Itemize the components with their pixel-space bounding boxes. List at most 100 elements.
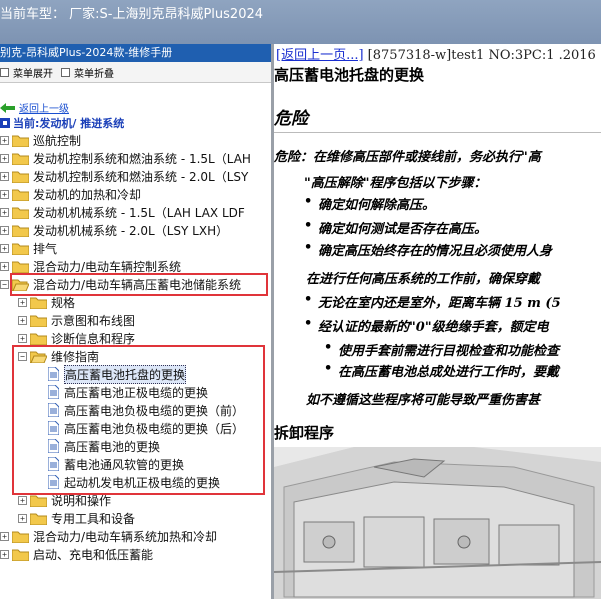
tree-doc-hv-negative-cable-front[interactable]: 高压蓄电池负极电缆的更换（前） <box>48 401 244 419</box>
danger-heading: 危险 <box>274 109 308 129</box>
tree-item-label: 混合动力/电动车辆控制系统 <box>33 259 182 274</box>
tree-item-label: 高压蓄电池的更换 <box>64 439 161 454</box>
expand-toggle-icon[interactable]: + <box>18 297 27 307</box>
collapse-toggle-icon[interactable]: − <box>18 351 27 361</box>
expand-toggle-icon[interactable]: + <box>0 171 9 181</box>
collapse-all-button[interactable]: 菜单折叠 <box>61 65 114 80</box>
tree-toolbar: 菜单展开 菜单折叠 <box>0 62 271 83</box>
tree-item-label: 巡航控制 <box>33 133 82 148</box>
tree-item-label: 排气 <box>33 241 58 256</box>
expand-toggle-icon[interactable]: + <box>0 243 9 253</box>
tree-item-label: 发动机控制系统和燃油系统 - 1.5L（LAH <box>33 151 251 166</box>
document-icon <box>48 403 59 417</box>
document-icon <box>48 439 59 453</box>
expand-toggle-icon[interactable]: + <box>0 135 9 145</box>
collapse-all-label: 菜单折叠 <box>74 68 114 80</box>
folder-icon <box>12 171 29 183</box>
tree-item-label: 发动机机械系统 - 1.5L（LAH LAX LDF <box>33 205 245 220</box>
current-path: 当前:发动机/ 推进系统 <box>0 115 124 131</box>
back-arrow-icon <box>0 102 15 113</box>
page-title: 高压蓄电池托盘的更换 <box>274 66 425 84</box>
expand-toggle-icon[interactable]: + <box>18 333 27 343</box>
expand-toggle-icon[interactable]: + <box>0 153 9 163</box>
document-icon <box>48 457 59 471</box>
expand-toggle-icon[interactable]: + <box>0 225 9 235</box>
step-item: 确定如何解除高压。 <box>304 194 435 213</box>
tree-item-diagnostics[interactable]: + 诊断信息和程序 <box>18 329 135 347</box>
tree-item-label: 高压蓄电池托盘的更换 <box>64 364 187 384</box>
battery-tray-illustration <box>274 447 601 599</box>
step-item: 确定高压始终存在的情况且必须使用人身 <box>304 240 552 259</box>
folder-icon <box>12 531 29 543</box>
expand-toggle-icon[interactable]: + <box>0 189 9 199</box>
tree-item-label: 发动机控制系统和燃油系统 - 2.0L（LSY <box>33 169 249 184</box>
tree-item-label: 启动、充电和低压蓄能 <box>33 547 154 562</box>
tree-doc-starter-generator-cable[interactable]: 起动机发电机正极电缆的更换 <box>48 473 220 491</box>
tree-item-engine-mechanical-15[interactable]: + 发动机机械系统 - 1.5L（LAH LAX LDF <box>0 203 245 221</box>
tree-item-label: 示意图和布线图 <box>51 313 136 328</box>
tree-doc-hv-negative-cable-rear[interactable]: 高压蓄电池负极电缆的更换（后） <box>48 419 244 437</box>
tree-doc-hv-tray-replacement[interactable]: 高压蓄电池托盘的更换 <box>48 364 187 384</box>
tree-doc-vent-hose[interactable]: 蓄电池通风软管的更换 <box>48 455 184 473</box>
collapse-toggle-icon[interactable]: − <box>0 279 9 289</box>
expand-toggle-icon[interactable]: + <box>0 261 9 271</box>
divider <box>274 132 601 133</box>
tree-item-repair-instructions[interactable]: − 维修指南 <box>18 347 99 365</box>
vehicle-model-label: 当前车型： 厂家:S-上海别克昂科威Plus2024 <box>0 7 264 22</box>
tree-item-schematics[interactable]: + 示意图和布线图 <box>18 311 135 329</box>
expand-toggle-icon[interactable]: + <box>18 495 27 505</box>
hv-disable-intro: "高压解除"程序包括以下步骤： <box>304 176 487 191</box>
expand-toggle-icon[interactable]: + <box>0 549 9 559</box>
folder-icon <box>12 225 29 237</box>
folder-icon <box>12 135 29 147</box>
expand-toggle-icon[interactable]: + <box>0 207 9 217</box>
back-to-previous-page-link[interactable]: [返回上一页...] <box>276 48 364 63</box>
back-up-level-link[interactable]: 返回上一级 <box>0 100 69 115</box>
menu-collapse-icon <box>61 67 70 77</box>
tree-item-engine-heating-cooling[interactable]: + 发动机的加热和冷却 <box>0 185 141 203</box>
folder-icon <box>12 207 29 219</box>
tree-item-label: 专用工具和设备 <box>51 511 136 526</box>
current-location-icon <box>0 118 10 128</box>
tree-doc-hv-positive-cable[interactable]: 高压蓄电池正极电缆的更换 <box>48 383 208 401</box>
folder-icon <box>12 549 29 561</box>
battery-tray-image <box>274 447 601 599</box>
expand-toggle-icon[interactable]: + <box>0 531 9 541</box>
warning-footer: 如不遵循这些程序将可能导致严重伤害甚 <box>306 393 541 408</box>
tree-item-description-operation[interactable]: + 说明和操作 <box>18 491 111 509</box>
tree-item-engine-control-15[interactable]: + 发动机控制系统和燃油系统 - 1.5L（LAH <box>0 149 251 167</box>
tree-item-label: 混合动力/电动车辆系统加热和冷却 <box>33 529 218 544</box>
tree-item-label: 发动机的加热和冷却 <box>33 187 142 202</box>
ppe-item: 无论在室内还是室外，距离车辆 15 m (5 <box>304 292 561 311</box>
tree-item-label: 诊断信息和程序 <box>51 331 136 346</box>
tree-item-engine-mechanical-20[interactable]: + 发动机机械系统 - 2.0L（LSY LXH） <box>0 221 228 239</box>
tree-item-specifications[interactable]: + 规格 <box>18 293 75 311</box>
tree-item-start-charging[interactable]: + 启动、充电和低压蓄能 <box>0 545 153 563</box>
tree-item-label: 发动机机械系统 - 2.0L（LSY LXH） <box>33 223 229 238</box>
tree-doc-hv-battery-replacement[interactable]: 高压蓄电池的更换 <box>48 437 160 455</box>
tree-item-hv-battery-system[interactable]: − 混合动力/电动车辆高压蓄电池储能系统 <box>0 275 241 293</box>
tree-item-exhaust[interactable]: + 排气 <box>0 239 57 257</box>
tree-item-special-tools[interactable]: + 专用工具和设备 <box>18 509 135 527</box>
tree-item-engine-control-20[interactable]: + 发动机控制系统和燃油系统 - 2.0L（LSY <box>0 167 248 185</box>
expand-all-button[interactable]: 菜单展开 <box>0 65 53 80</box>
window-title-bar: 当前车型： 厂家:S-上海别克昂科威Plus2024 <box>0 0 601 44</box>
folder-icon <box>12 153 29 165</box>
expand-toggle-icon[interactable]: + <box>18 513 27 523</box>
tree-item-label: 维修指南 <box>51 349 100 364</box>
removal-procedure-heading: 拆卸程序 <box>274 424 335 442</box>
document-icon <box>48 421 59 435</box>
tree-item-cruise-control[interactable]: + 巡航控制 <box>0 131 81 149</box>
menu-expand-icon <box>0 67 9 77</box>
tree-item-hybrid-heating-cooling[interactable]: + 混合动力/电动车辆系统加热和冷却 <box>0 527 217 545</box>
tree-item-hybrid-control[interactable]: + 混合动力/电动车辆控制系统 <box>0 257 181 275</box>
expand-all-label: 菜单展开 <box>13 68 53 80</box>
current-path-label: 当前:发动机/ 推进系统 <box>13 117 125 130</box>
document-icon <box>48 475 59 489</box>
ppe-sub-item: 在高压蓄电池总成处进行工作时，要戴 <box>324 361 559 380</box>
before-work-text: 在进行任何高压系统的工作前，确保穿戴 <box>306 272 541 287</box>
folder-icon <box>30 513 47 525</box>
expand-toggle-icon[interactable]: + <box>18 315 27 325</box>
doc-id-info: [8757318-w]test1 NO:3PC:1 .2016 <box>363 48 596 63</box>
ppe-sub-item: 使用手套前需进行目视检查和功能检查 <box>324 340 559 359</box>
